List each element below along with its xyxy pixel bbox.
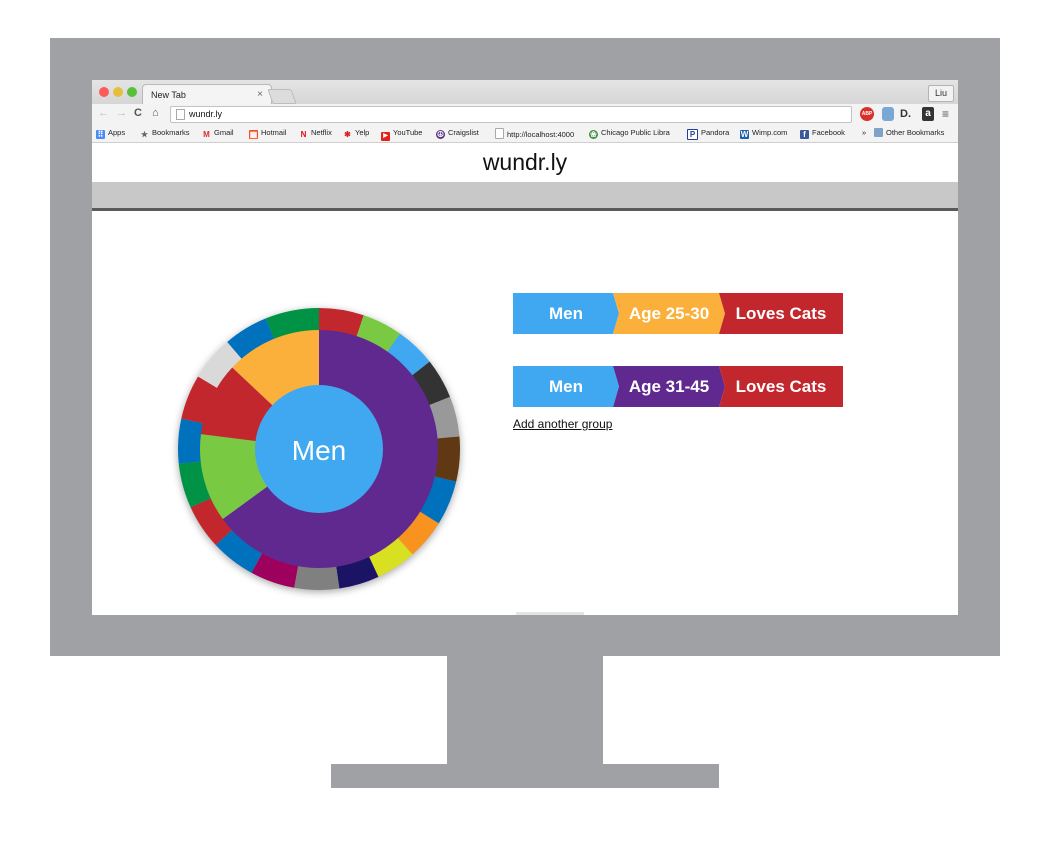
maximize-window-button[interactable] [127, 87, 137, 97]
group-1-segment-gender[interactable]: Men [513, 293, 619, 334]
bookmark-label: YouTube [393, 128, 423, 137]
bookmark-gmail[interactable]: M Gmail [202, 128, 234, 139]
group-row-1[interactable]: Men Age 25-30 Loves Cats [513, 293, 843, 334]
hotmail-icon: ▦ [249, 130, 258, 139]
reload-icon[interactable]: C [134, 107, 142, 119]
star-icon: ★ [140, 130, 149, 139]
bookmark-craigslist[interactable]: ☮ Craigslist [436, 128, 479, 139]
new-tab-button[interactable] [267, 89, 297, 104]
group-1-segment-age[interactable]: Age 25-30 [613, 293, 725, 334]
bookmark-label: Facebook [812, 128, 845, 137]
group-row-2[interactable]: Men Age 31-45 Loves Cats [513, 366, 843, 407]
yelp-icon: ✱ [344, 130, 351, 139]
monitor-screen: New Tab × Liu ← → C ⌂ wundr.ly ABP D. a … [92, 80, 958, 615]
bookmark-pandora[interactable]: P Pandora [687, 128, 729, 140]
bookmark-label: Wimp.com [752, 128, 788, 137]
bookmark-label: Bookmarks [152, 128, 190, 137]
adblock-extension-icon[interactable]: ABP [860, 107, 874, 121]
bookmarks-overflow-button[interactable]: » [862, 128, 866, 137]
profile-button[interactable]: Liu [927, 85, 954, 102]
d-extension-icon[interactable]: D. [900, 107, 911, 121]
monitor-stand-neck [447, 656, 603, 764]
gmail-icon: M [203, 130, 210, 139]
bookmark-label: http://localhost:4000 [507, 130, 575, 139]
lock-extension-icon[interactable] [882, 107, 894, 121]
nav-band [92, 182, 958, 208]
facebook-icon: f [800, 130, 809, 139]
bookmark-wimp[interactable]: W Wimp.com [740, 128, 787, 139]
bookmark-localhost[interactable]: http://localhost:4000 [495, 128, 574, 139]
group-2-segment-gender[interactable]: Men [513, 366, 619, 407]
bookmark-youtube[interactable]: ▶ YouTube [381, 128, 422, 141]
home-icon[interactable]: ⌂ [152, 107, 159, 119]
add-group-link[interactable]: Add another group [513, 417, 612, 431]
bookmark-apps[interactable]: ⠿ Apps [96, 128, 125, 139]
netflix-icon: N [300, 130, 307, 139]
outer-ring-segment[interactable] [294, 565, 340, 590]
pandora-icon: P [687, 129, 698, 140]
close-window-button[interactable] [99, 87, 109, 97]
bookmark-label: Pandora [701, 128, 730, 137]
menu-icon[interactable]: ≡ [942, 107, 949, 121]
back-arrow-icon[interactable]: ← [98, 107, 109, 119]
outer-ring-segment[interactable] [178, 418, 204, 464]
bookmark-chicago-library[interactable]: ❀ Chicago Public Libra [589, 128, 670, 139]
group-2-segment-interest[interactable]: Loves Cats [719, 366, 843, 407]
tab-close-icon[interactable]: × [257, 89, 263, 100]
group-2-segment-age[interactable]: Age 31-45 [613, 366, 725, 407]
bookmark-bookmarks[interactable]: ★ Bookmarks [140, 128, 190, 139]
sunburst-center-label: Men [292, 435, 346, 466]
bookmark-hotmail[interactable]: ▦ Hotmail [249, 128, 286, 139]
tab-title: New Tab [151, 90, 186, 100]
page-icon [176, 109, 185, 120]
peace-icon: ☮ [436, 130, 445, 139]
address-bar[interactable]: wundr.ly [170, 106, 852, 123]
group-1-segment-interest[interactable]: Loves Cats [719, 293, 843, 334]
nav-divider [92, 208, 958, 211]
scroll-indicator[interactable] [516, 612, 584, 615]
bookmark-label: Other Bookmarks [886, 128, 945, 137]
page-icon [495, 128, 504, 139]
monitor-stand-base [331, 764, 719, 788]
sunburst-chart: Men [178, 308, 460, 590]
folder-icon [874, 128, 883, 137]
minimize-window-button[interactable] [113, 87, 123, 97]
bookmark-label: Hotmail [261, 128, 287, 137]
apps-grid-icon: ⠿ [96, 130, 105, 139]
youtube-icon: ▶ [381, 132, 390, 141]
sunburst-svg: Men [178, 308, 460, 590]
bookmark-facebook[interactable]: f Facebook [800, 128, 845, 139]
bookmark-label: Chicago Public Libra [601, 128, 670, 137]
wimp-icon: W [740, 130, 749, 139]
amazon-extension-icon[interactable]: a [922, 107, 934, 121]
bookmark-label: Craigslist [448, 128, 479, 137]
tab-bar: New Tab × Liu [92, 80, 958, 105]
bookmark-label: Netflix [311, 128, 332, 137]
browser-toolbar: ← → C ⌂ wundr.ly ABP D. a ≡ [92, 104, 958, 124]
app-title: wundr.ly [482, 149, 568, 175]
bookmark-label: Apps [108, 128, 126, 137]
bookmark-yelp[interactable]: ✱ Yelp [343, 128, 369, 139]
address-bar-url: wundr.ly [189, 109, 223, 119]
browser-tab[interactable]: New Tab × [142, 84, 272, 105]
forward-arrow-icon[interactable]: → [116, 107, 127, 119]
bookmark-other-bookmarks[interactable]: Other Bookmarks [874, 128, 944, 137]
bookmark-label: Yelp [355, 128, 370, 137]
bookmark-netflix[interactable]: N Netflix [299, 128, 332, 139]
library-icon: ❀ [589, 130, 598, 139]
bookmark-label: Gmail [214, 128, 234, 137]
bookmarks-bar: ⠿ Apps ★ Bookmarks M Gmail ▦ Hotmail N Netfli… [92, 124, 958, 143]
